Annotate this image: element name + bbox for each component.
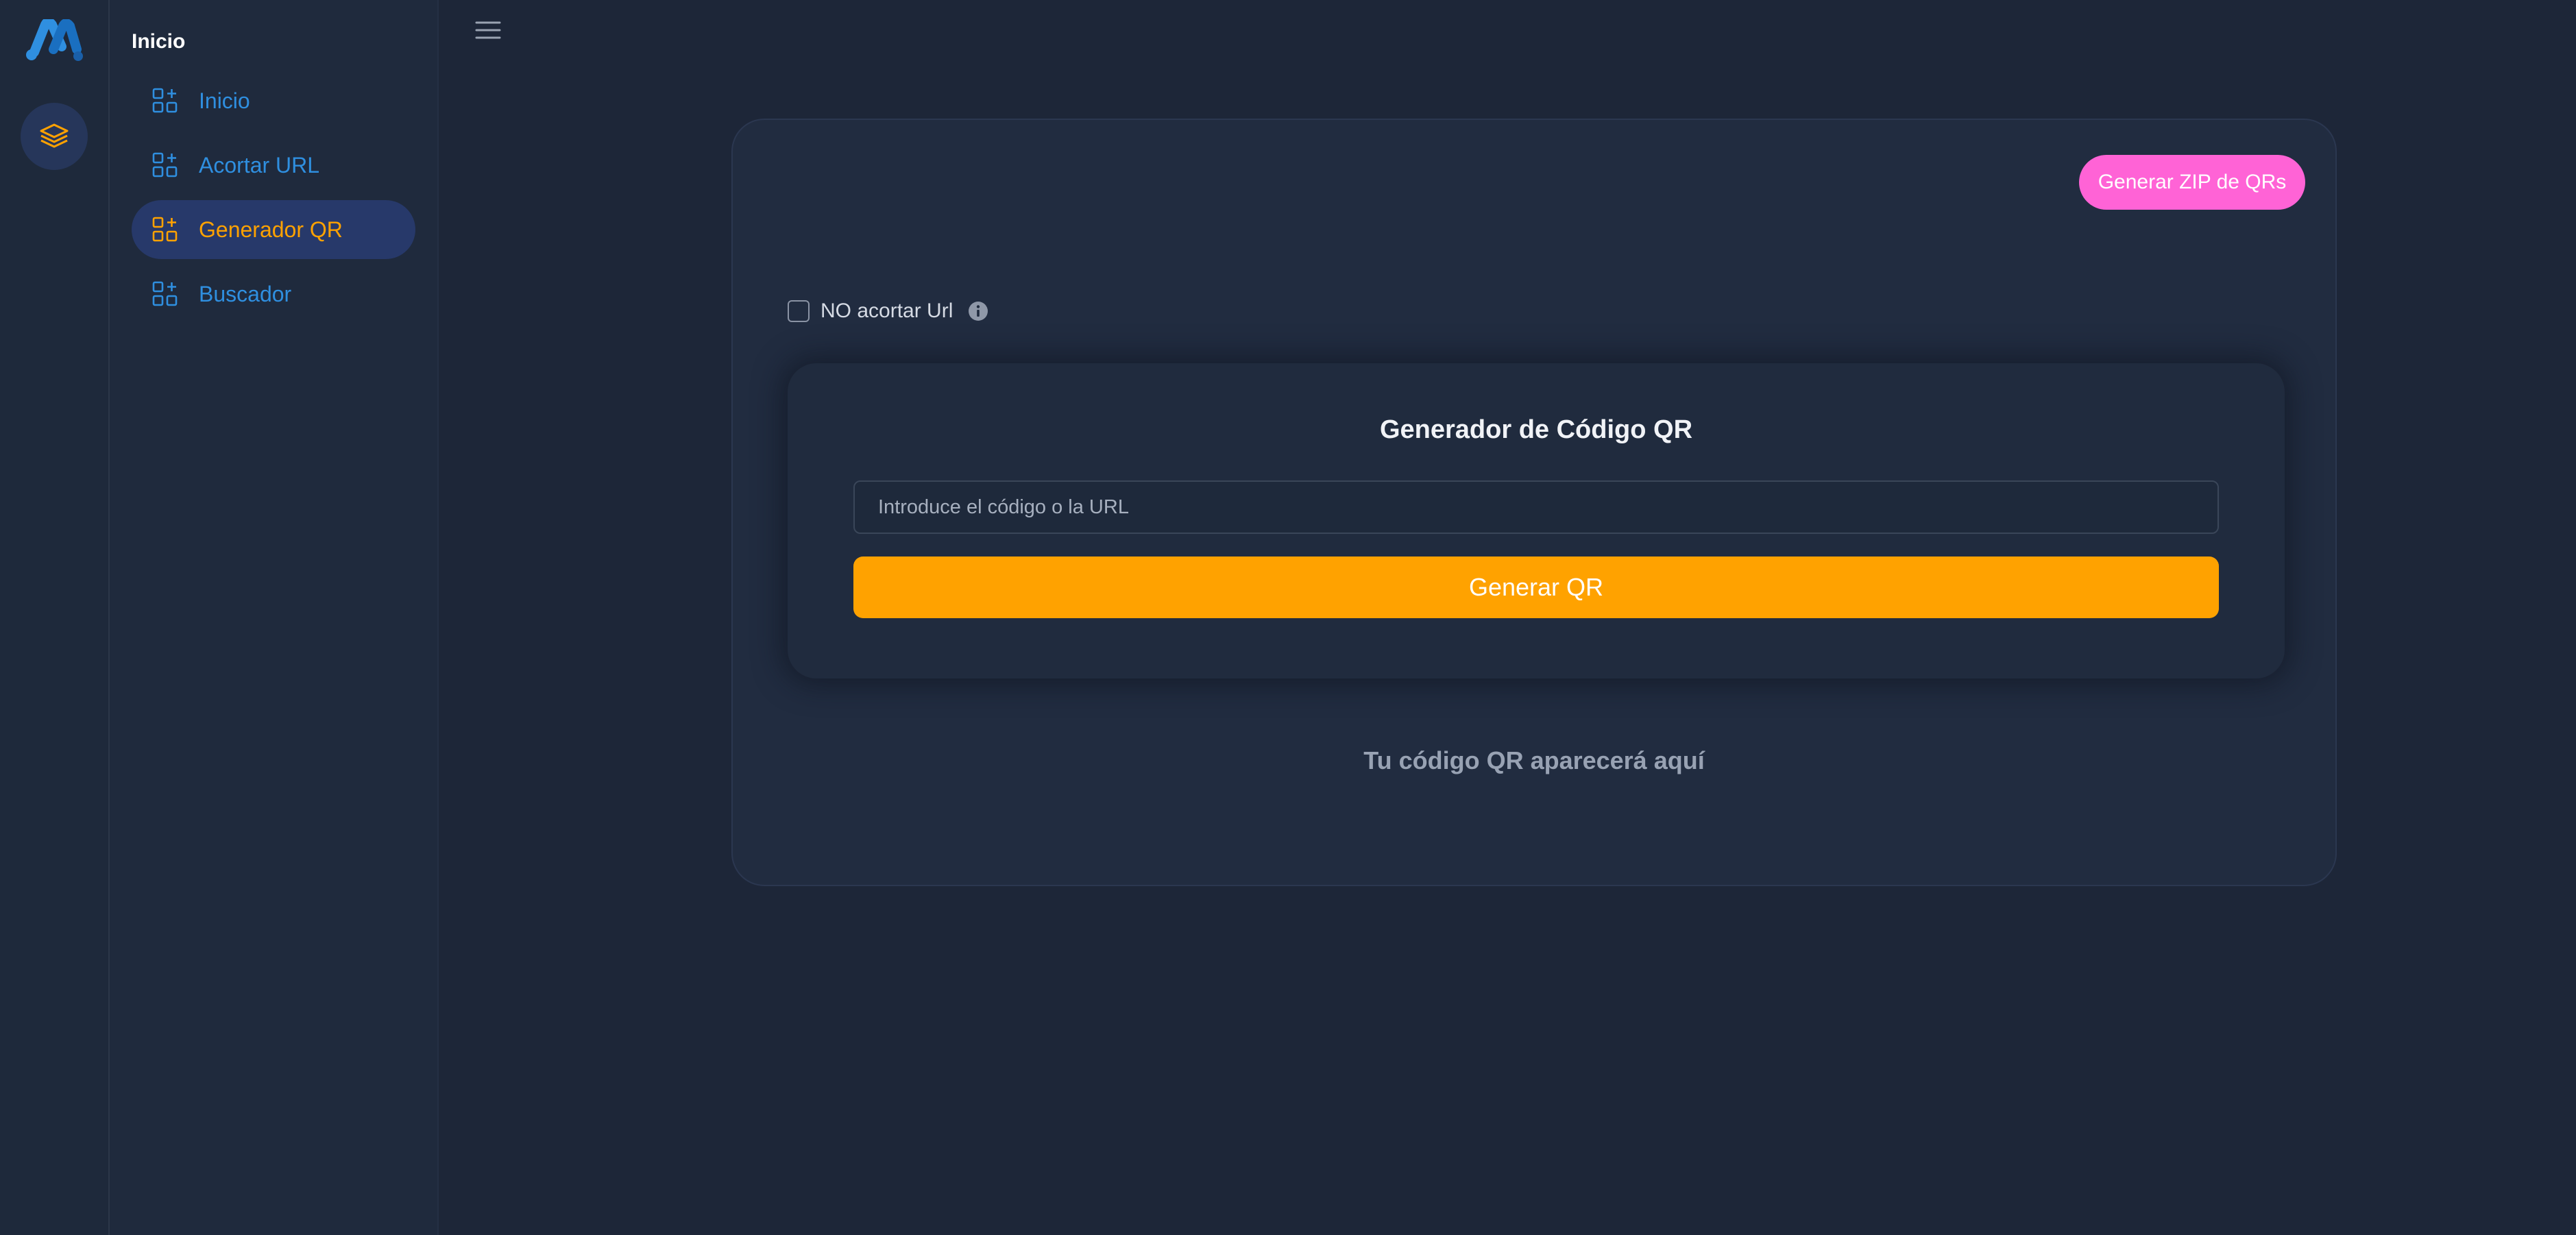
hamburger-menu-icon[interactable] [474,19,502,41]
sidebar-item-label: Acortar URL [199,152,320,178]
sidebar-item-label: Generador QR [199,217,343,242]
info-icon[interactable] [968,301,988,321]
no-shorten-option: NO acortar Url [788,299,988,323]
apps-add-icon [152,88,178,114]
sidebar-item-inicio[interactable]: Inicio [132,71,415,130]
qr-result-placeholder: Tu código QR aparecerá aquí [1363,746,1705,774]
code-url-input[interactable] [853,480,2219,534]
sidebar-item-label: Buscador [199,281,292,306]
generate-zip-button[interactable]: Generar ZIP de QRs [2079,155,2305,210]
apps-add-icon [152,217,178,243]
layers-button[interactable] [21,103,88,170]
qr-generator-card: Generar ZIP de QRs NO acortar Url Genera… [731,119,2337,886]
layers-icon [39,123,69,150]
apps-add-icon [152,281,178,307]
sidebar-title: Inicio [132,30,186,53]
icon-rail [0,0,110,1235]
brand-logo-icon[interactable] [26,17,84,63]
no-shorten-checkbox[interactable] [788,300,810,322]
sidebar-item-acortar-url[interactable]: Acortar URL [132,136,415,195]
generate-qr-button[interactable]: Generar QR [853,557,2219,618]
sidebar: Inicio Inicio Acortar URL Generador QR B… [110,0,439,1235]
sidebar-item-generador-qr[interactable]: Generador QR [132,200,415,259]
sidebar-item-buscador[interactable]: Buscador [132,265,415,323]
qr-form-title: Generador de Código QR [1379,415,1693,444]
sidebar-item-label: Inicio [199,88,250,113]
apps-add-icon [152,152,178,178]
no-shorten-label[interactable]: NO acortar Url [821,299,953,323]
qr-form-panel: Generador de Código QR Generar QR [788,363,2285,678]
